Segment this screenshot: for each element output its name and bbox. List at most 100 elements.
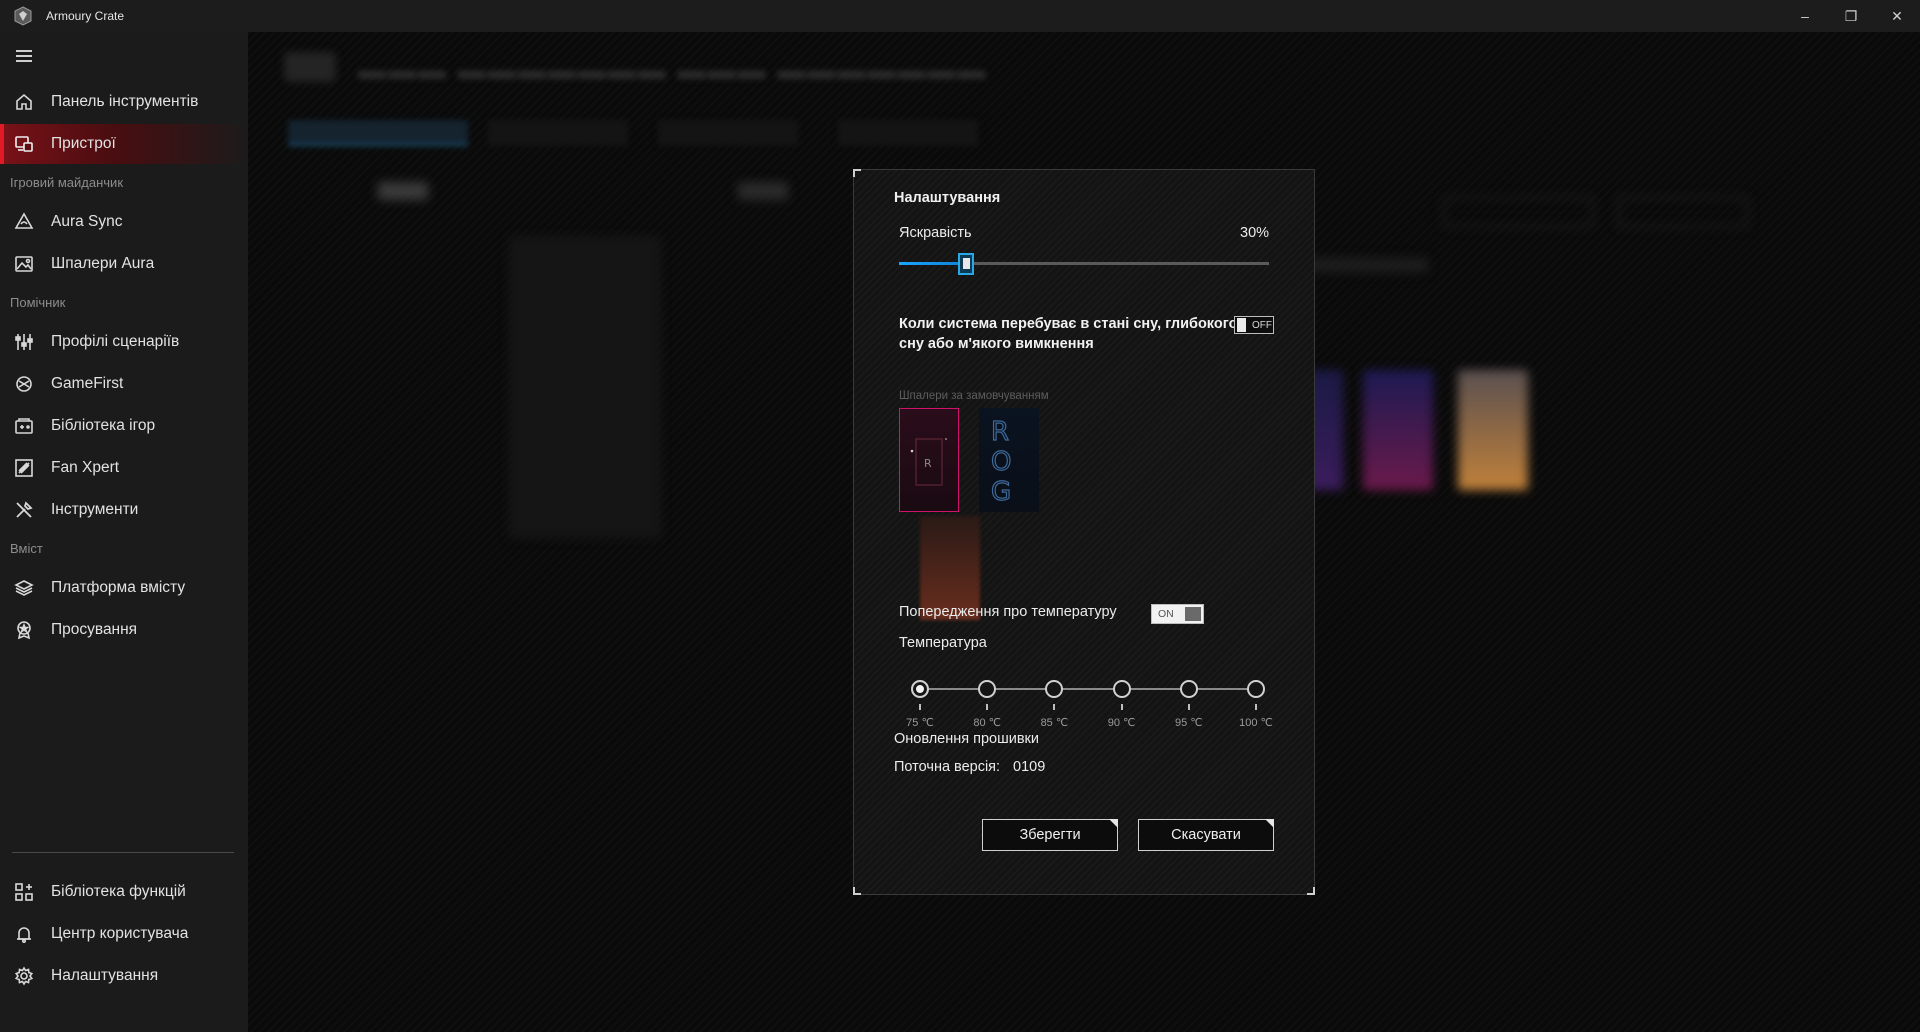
toggle-state: ON [1158,608,1174,620]
temperature-tick [1187,704,1190,710]
tab-blurred [838,120,978,146]
blurred-element [378,182,428,200]
sidebar: Панель інструментів Пристрої Ігровий май… [0,32,248,1032]
sidebar-item-label: Бібліотека функцій [51,883,186,900]
sidebar-item-fan-xpert[interactable]: Fan Xpert [0,448,248,488]
tab-blurred [488,120,628,146]
rog-letters-wallpaper-art: ROG [990,416,1012,507]
sidebar-item-label: GameFirst [51,375,124,392]
brightness-label: Яскравість [899,225,972,241]
button-blurred [1443,197,1593,227]
layers-icon [13,577,35,599]
home-icon [13,91,35,113]
svg-text:R: R [991,417,1009,447]
dialog-title: Налаштування [894,190,1001,206]
temperature-option-1[interactable] [978,680,997,698]
sleep-mode-label: Коли система перебуває в стані сну, глиб… [899,316,1238,352]
sidebar-item-user-center[interactable]: Центр користувача [0,914,248,954]
device-image-blurred [510,237,660,537]
current-version-value: 0109 [1013,759,1046,775]
devices-icon [13,133,35,155]
wallpaper-thumb-selected[interactable]: R [899,408,959,512]
sidebar-item-settings[interactable]: Налаштування [0,956,248,996]
temperature-option-5[interactable] [1247,680,1265,698]
sleep-mode-toggle[interactable]: OFF [1234,316,1274,334]
title-bar: Armoury Crate – ❐ ✕ [0,0,1920,32]
temperature-tick [986,704,989,710]
sidebar-item-label: Пристрої [51,135,116,152]
sidebar-item-dashboard[interactable]: Панель інструментів [0,82,248,122]
sidebar-item-devices[interactable]: Пристрої [0,124,248,164]
svg-text:O: O [991,447,1011,477]
sidebar-section-content: Вміст [10,541,43,556]
current-version-label: Поточна версія: [894,759,1001,775]
temperature-option-label: 100 ℃ [1239,717,1273,729]
sidebar-item-aura-sync[interactable]: Aura Sync [0,202,248,242]
sidebar-item-content-platform[interactable]: Платформа вмісту [0,568,248,608]
temperature-option-4[interactable] [1179,680,1198,698]
rog-logo-blurred [284,52,336,82]
toggle-state: OFF [1252,319,1272,331]
temperature-option-label: 90 ℃ [1107,717,1136,729]
close-button[interactable]: ✕ [1874,0,1920,32]
wallpaper-thumb[interactable]: ROG [979,408,1039,512]
temperature-scale-line [920,688,1256,690]
sidebar-item-label: Інструменти [51,501,139,518]
temperature-label: Температура [899,635,987,651]
brightness-slider-fill [899,262,966,265]
brightness-value: 30% [1240,225,1270,241]
sliders-icon [13,331,35,353]
brightness-slider-track[interactable] [899,262,1269,265]
badge-icon [13,619,35,641]
gear-icon [13,965,35,987]
temperature-option-0[interactable] [911,680,929,698]
sidebar-item-gamefirst[interactable]: GameFirst [0,364,248,404]
minimize-button[interactable]: – [1782,0,1828,32]
temperature-option-label: 95 ℃ [1174,717,1203,729]
temperature-warning-toggle[interactable]: ON [1151,604,1204,624]
sidebar-item-promotion[interactable]: Просування [0,610,248,650]
armoury-crate-logo-icon [12,5,34,27]
sidebar-item-feature-library[interactable]: Бібліотека функцій [0,872,248,912]
temperature-option-2[interactable] [1045,680,1064,698]
temperature-option-3[interactable] [1112,680,1131,698]
firmware-update-label: Оновлення прошивки [894,731,1039,747]
restore-button[interactable]: ❐ [1828,0,1874,32]
tab-blurred [658,120,798,146]
cancel-button[interactable]: Скасувати [1138,819,1274,851]
sidebar-item-aura-wallpaper[interactable]: Шпалери Aura [0,244,248,284]
feature-library-icon [13,881,35,903]
app-title: Armoury Crate [46,9,125,23]
svg-text:G: G [991,477,1011,507]
toggle-knob [1185,607,1201,621]
game-library-icon [13,415,35,437]
sidebar-item-label: Просування [51,621,138,638]
temperature-warning-label: Попередження про температуру [899,604,1117,620]
sidebar-item-scenario-profiles[interactable]: Профілі сценаріїв [0,322,248,362]
temperature-option-label: 75 ℃ [906,717,934,729]
sidebar-item-label: Профілі сценаріїв [51,333,180,350]
sidebar-item-game-library[interactable]: Бібліотека ігор [0,406,248,446]
save-button[interactable]: Зберегти [982,819,1118,851]
sidebar-divider [12,852,234,853]
wallpaper-thumb-blurred [1458,370,1528,490]
brightness-slider-thumb[interactable] [957,253,974,275]
sidebar-item-tools[interactable]: Інструменти [0,490,248,530]
aura-sync-icon [13,211,35,233]
temperature-option-label: 85 ℃ [1040,717,1069,729]
settings-dialog: Налаштування Яскравість 30% Коли система… [853,169,1315,895]
sidebar-section-helper: Помічник [10,295,66,310]
menu-icon[interactable] [16,50,32,62]
sidebar-section-gaming: Ігровий майданчик [10,175,124,190]
sidebar-item-label: Платформа вмісту [51,579,186,596]
default-wallpapers-label: Шпалери за замовчуванням [899,390,1049,402]
rog-wallpaper-art: R [910,438,947,486]
sidebar-item-label: Aura Sync [51,213,123,230]
sidebar-item-label: Центр користувача [51,925,189,942]
gamefirst-icon [13,373,35,395]
toggle-knob [1237,318,1246,332]
wallpaper-icon [13,253,35,275]
tab-blurred [288,120,468,146]
sidebar-item-label: Fan Xpert [51,459,120,476]
temperature-tick [1120,704,1123,710]
